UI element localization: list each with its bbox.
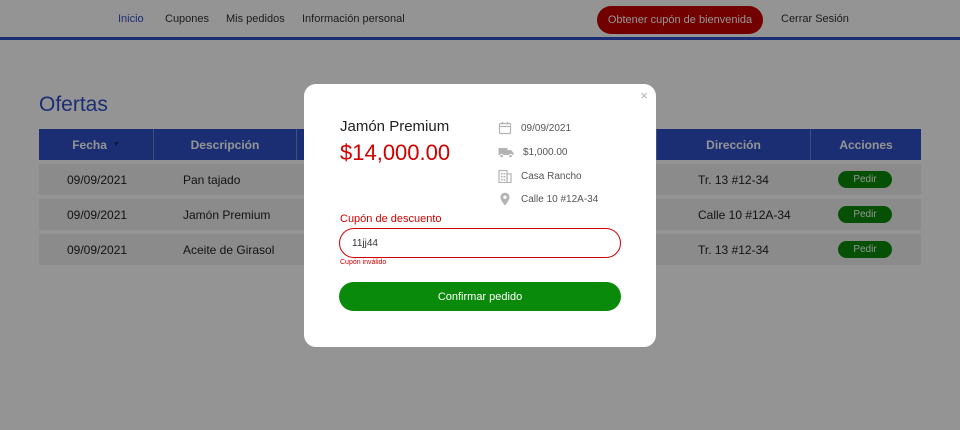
detail-shipping-value: $1,000.00 xyxy=(523,146,568,158)
coupon-label: Cupón de descuento xyxy=(340,213,442,225)
detail-store-value: Casa Rancho xyxy=(521,170,582,182)
building-icon xyxy=(498,169,512,183)
coupon-error-message: Cupón inválido xyxy=(340,259,387,266)
confirm-order-button[interactable]: Confirmar pedido xyxy=(339,282,621,311)
detail-shipping: $1,000.00 xyxy=(498,144,568,160)
product-name: Jamón Premium xyxy=(340,118,450,135)
coupon-input[interactable] xyxy=(339,228,621,258)
calendar-icon xyxy=(498,122,512,135)
detail-address-value: Calle 10 #12A-34 xyxy=(521,193,599,205)
map-pin-icon xyxy=(500,192,510,206)
truck-icon xyxy=(498,148,514,159)
detail-address: Calle 10 #12A-34 xyxy=(498,191,598,207)
order-modal: × Jamón Premium $14,000.00 09/09/2021 $1… xyxy=(304,84,656,347)
detail-date-value: 09/09/2021 xyxy=(521,122,572,134)
close-icon[interactable]: × xyxy=(640,88,648,103)
product-price: $14,000.00 xyxy=(340,140,451,165)
detail-date: 09/09/2021 xyxy=(498,120,571,136)
detail-store: Casa Rancho xyxy=(498,168,582,184)
